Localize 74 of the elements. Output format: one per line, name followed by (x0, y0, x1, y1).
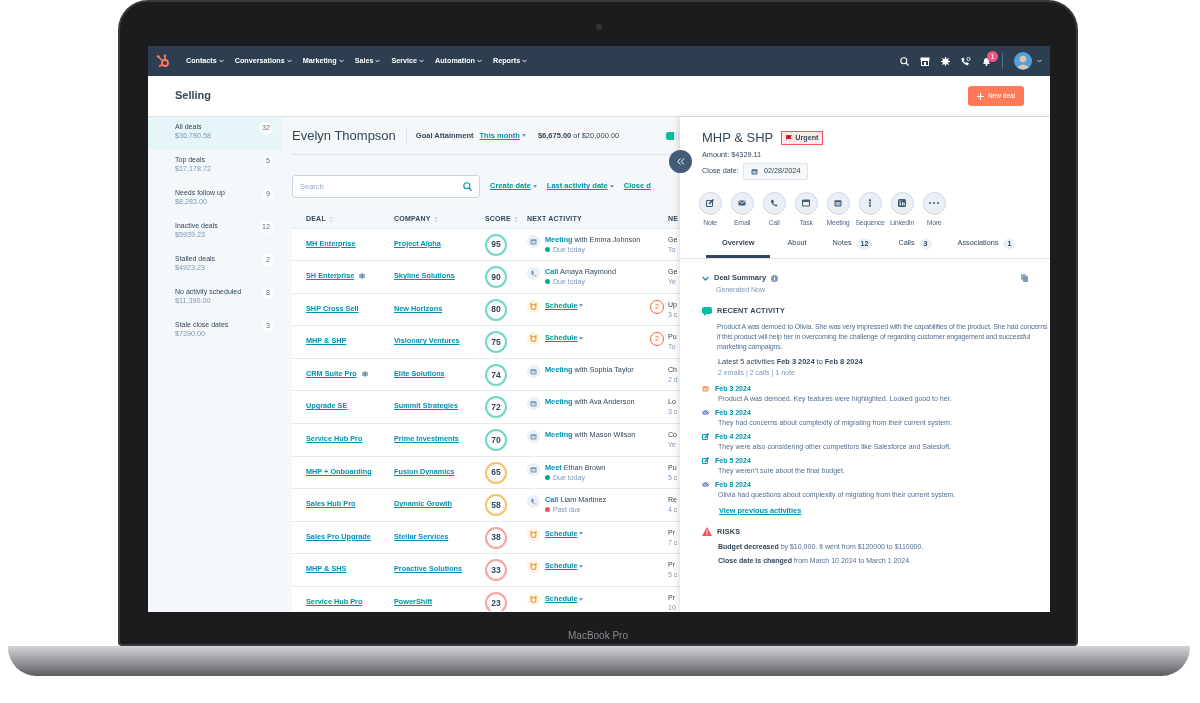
action-button[interactable] (730, 191, 754, 215)
plus-icon (976, 92, 984, 100)
sequence-icon (868, 199, 872, 208)
envelope-icon (702, 480, 709, 488)
calendar-icon (530, 465, 537, 473)
owner-name: Evelyn Thompson (292, 127, 407, 144)
chevron-down-icon (476, 59, 482, 63)
calendar-icon (530, 433, 537, 441)
alarm-clock-icon (530, 335, 537, 343)
calendar-icon (750, 167, 758, 175)
score-badge: 58 (485, 494, 507, 517)
calendar-icon (530, 237, 537, 245)
calendar-icon (530, 367, 537, 375)
score-badge: 80 (485, 298, 507, 321)
score-badge: 95 (485, 233, 507, 256)
page-title: Selling (175, 89, 212, 103)
phone-icon (530, 270, 537, 278)
chat-bubble-icon (702, 307, 712, 317)
action-button[interactable] (826, 191, 850, 215)
chevron-down-icon (419, 59, 425, 63)
search-icon (463, 181, 472, 191)
score-badge: 70 (485, 429, 507, 452)
score-badge: 74 (485, 363, 507, 386)
flag-icon (786, 135, 793, 141)
double-chevron-left-icon (676, 158, 685, 165)
warning-icon (702, 527, 712, 537)
copy-icon[interactable] (1021, 274, 1028, 282)
alarm-clock-icon (530, 563, 537, 571)
calendar-icon (702, 384, 709, 392)
phone-icon (770, 199, 778, 208)
chevron-down-icon (375, 59, 381, 63)
collapse-button[interactable] (669, 150, 692, 173)
device-label: MacBook Pro (567, 630, 629, 642)
phone-icon[interactable] (961, 56, 971, 66)
search-icon[interactable] (900, 56, 909, 66)
calendar-icon (834, 199, 842, 208)
envelope-icon (702, 408, 709, 416)
score-badge: 65 (485, 461, 507, 484)
alarm-clock-icon (530, 302, 537, 310)
pencil-icon (706, 199, 714, 208)
action-button[interactable] (762, 191, 786, 215)
score-badge: 38 (485, 526, 507, 549)
chevron-down-icon[interactable] (702, 275, 709, 281)
chevron-down-icon (218, 59, 224, 63)
phone-icon (530, 498, 537, 506)
storefront-icon[interactable] (920, 56, 930, 66)
alarm-clock-icon (530, 530, 537, 538)
score-badge: 72 (485, 396, 507, 419)
action-button[interactable] (890, 191, 914, 215)
settings-icon[interactable] (941, 56, 950, 66)
calendar-icon (530, 400, 537, 408)
alarm-clock-icon (530, 596, 537, 604)
score-badge: 23 (485, 592, 507, 611)
score-badge: 75 (485, 331, 507, 354)
monitor-icon (802, 199, 810, 208)
linkedin-icon (898, 199, 906, 208)
chevron-down-icon (286, 59, 292, 63)
info-icon (771, 274, 779, 282)
more-icon (929, 202, 939, 205)
pencil-icon (702, 456, 709, 464)
pencil-icon (702, 432, 709, 440)
sort-icon (513, 215, 518, 223)
sort-icon (328, 215, 333, 223)
deal-title: MHP & SHP (702, 130, 774, 146)
envelope-icon (738, 199, 746, 208)
score-badge: 33 (485, 559, 507, 582)
score-badge: 90 (485, 266, 507, 289)
chevron-down-icon (338, 59, 344, 63)
action-button[interactable] (794, 191, 818, 215)
chevron-down-icon (522, 59, 528, 63)
sprocket-logo-icon[interactable] (156, 54, 170, 68)
action-button[interactable] (698, 191, 722, 215)
avatar-icon[interactable] (1014, 52, 1032, 70)
sort-icon (433, 215, 438, 223)
